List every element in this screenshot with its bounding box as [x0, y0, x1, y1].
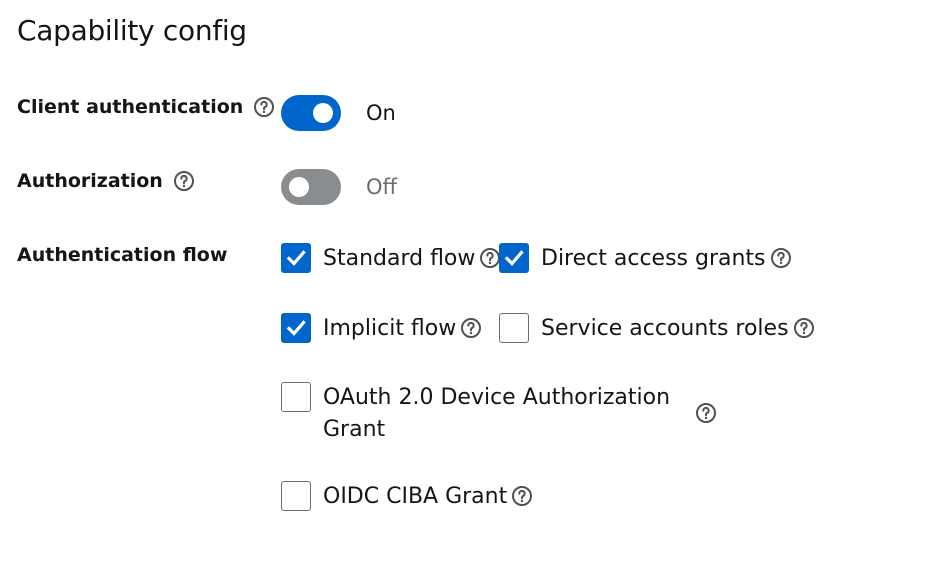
oauth-device-authorization-grant-option[interactable]: OAuth 2.0 Device Authorization Grant: [281, 382, 717, 446]
checkmark-icon: [504, 250, 524, 266]
switch-knob: [289, 177, 309, 197]
authorization-switch-row[interactable]: Off: [281, 169, 397, 205]
authentication-flow-label: Authentication flow: [17, 244, 228, 266]
oauth-device-authorization-grant-label-line2: Grant: [323, 417, 386, 442]
service-accounts-roles-help-icon[interactable]: [793, 317, 815, 339]
client-authentication-state: On: [366, 101, 396, 125]
service-accounts-roles-checkbox[interactable]: [499, 313, 529, 343]
oidc-ciba-grant-help-icon[interactable]: [511, 485, 533, 507]
oauth-device-authorization-grant-checkbox[interactable]: [281, 382, 311, 412]
direct-access-grants-option[interactable]: Direct access grants: [499, 243, 792, 275]
implicit-flow-label-wrap: Implicit flow: [323, 313, 482, 345]
checkmark-icon: [286, 250, 306, 266]
oidc-ciba-grant-label: OIDC CIBA Grant: [323, 484, 508, 509]
oidc-ciba-grant-checkbox[interactable]: [281, 481, 311, 511]
direct-access-grants-help-icon[interactable]: [770, 247, 792, 269]
authorization-switch[interactable]: [281, 169, 341, 205]
client-authentication-switch-row[interactable]: On: [281, 95, 396, 131]
implicit-flow-checkbox[interactable]: [281, 313, 311, 343]
service-accounts-roles-label-wrap: Service accounts roles: [541, 313, 815, 345]
standard-flow-checkbox[interactable]: [281, 243, 311, 273]
authorization-label: Authorization: [17, 170, 163, 192]
service-accounts-roles-option[interactable]: Service accounts roles: [499, 313, 815, 345]
authorization-state: Off: [366, 175, 397, 199]
implicit-flow-label: Implicit flow: [323, 316, 457, 341]
direct-access-grants-checkbox[interactable]: [499, 243, 529, 273]
client-authentication-label-row: Client authentication: [17, 96, 275, 118]
section-title: Capability config: [17, 14, 247, 47]
standard-flow-label: Standard flow: [323, 246, 476, 271]
standard-flow-option[interactable]: Standard flow: [281, 243, 501, 275]
direct-access-grants-label: Direct access grants: [541, 246, 766, 271]
direct-access-grants-label-wrap: Direct access grants: [541, 243, 792, 275]
oauth-device-authorization-grant-label-wrap: OAuth 2.0 Device Authorization Grant: [323, 382, 695, 446]
switch-knob: [313, 103, 333, 123]
authorization-help-icon[interactable]: [173, 170, 195, 192]
oauth-device-authorization-grant-label-line1: OAuth 2.0 Device Authorization: [323, 385, 671, 410]
checkmark-icon: [286, 320, 306, 336]
standard-flow-label-wrap: Standard flow: [323, 243, 501, 275]
client-authentication-help-icon[interactable]: [253, 96, 275, 118]
authentication-flow-label-row: Authentication flow: [17, 244, 227, 266]
capability-config-section: Capability config Client authentication …: [0, 0, 950, 575]
oidc-ciba-grant-label-wrap: OIDC CIBA Grant: [323, 481, 533, 513]
implicit-flow-help-icon[interactable]: [460, 317, 482, 339]
implicit-flow-option[interactable]: Implicit flow: [281, 313, 482, 345]
service-accounts-roles-label: Service accounts roles: [541, 316, 789, 341]
client-authentication-label: Client authentication: [17, 96, 244, 118]
oauth-device-authorization-grant-help-icon[interactable]: [695, 402, 717, 424]
oidc-ciba-grant-option[interactable]: OIDC CIBA Grant: [281, 481, 533, 513]
authorization-label-row: Authorization: [17, 170, 195, 192]
client-authentication-switch[interactable]: [281, 95, 341, 131]
